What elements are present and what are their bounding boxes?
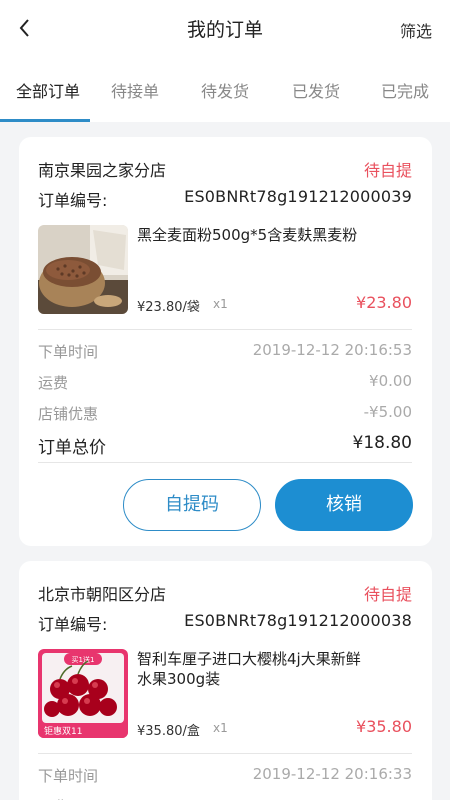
product-image[interactable]: 买1送1 钜惠双11 [38,649,128,738]
store-name: 北京市朝阳区分店 [38,585,167,604]
image-badge-top: 买1送1 [72,655,95,664]
divider [38,462,412,463]
quantity: x1 [213,721,228,735]
store-discount: -¥5.00 [363,403,412,421]
discount-label: 店铺优惠 [38,405,99,423]
order-tabs: 全部订单 待接单 待发货 已发货 已完成 [0,56,450,122]
order-number: ES0BNRt78g191212000038 [184,611,412,630]
image-badge-bottom: 钜惠双11 [44,725,82,737]
tab-shipped[interactable]: 已发货 [292,78,340,102]
divider [38,329,412,330]
tab-pending-accept[interactable]: 待接单 [111,78,159,102]
store-name: 南京果园之家分店 [38,161,167,180]
product-name[interactable]: 智利车厘子进口大樱桃4j大果新鲜水果300g装 [137,649,362,689]
status-badge: 待自提 [363,585,412,604]
pickup-code-button[interactable]: 自提码 [123,479,261,531]
tab-all-orders[interactable]: 全部订单 [16,78,80,102]
order-number: ES0BNRt78g191212000039 [184,187,412,206]
unit-price: ¥23.80/袋 [137,300,200,315]
page-title: 我的订单 [186,19,263,41]
active-tab-indicator [0,119,90,122]
order-card[interactable]: 北京市朝阳区分店 待自提 订单编号: ES0BNRt78g19121200003… [19,561,432,800]
order-time-label: 下单时间 [38,343,99,361]
quantity: x1 [213,297,228,311]
order-time: 2019-12-12 20:16:53 [252,341,412,359]
unit-price: ¥35.80/盒 [137,724,200,739]
filter-button[interactable]: 筛选 [400,18,432,42]
verify-button[interactable]: 核销 [275,479,413,531]
order-total: ¥18.80 [352,433,412,453]
shipping-label: 运费 [38,796,68,800]
item-subtotal: ¥35.80 [356,717,412,736]
divider [38,753,412,754]
order-total-label: 订单总价 [38,438,106,458]
order-number-label: 订单编号: [38,191,108,210]
tab-pending-ship[interactable]: 待发货 [201,78,249,102]
order-number-label: 订单编号: [38,615,108,634]
order-time-label: 下单时间 [38,767,99,785]
order-card[interactable]: 南京果园之家分店 待自提 订单编号: ES0BNRt78g19121200003… [19,137,432,546]
product-image[interactable] [38,225,128,314]
app-header: 我的订单 筛选 [0,0,450,56]
tab-completed[interactable]: 已完成 [381,78,429,102]
status-badge: 待自提 [363,161,412,180]
item-subtotal: ¥23.80 [356,293,412,312]
product-name[interactable]: 黑全麦面粉500g*5含麦麸黑麦粉 [137,225,362,245]
order-time: 2019-12-12 20:16:33 [252,765,412,783]
shipping-label: 运费 [38,374,69,392]
shipping-fee: ¥0.00 [369,372,412,390]
